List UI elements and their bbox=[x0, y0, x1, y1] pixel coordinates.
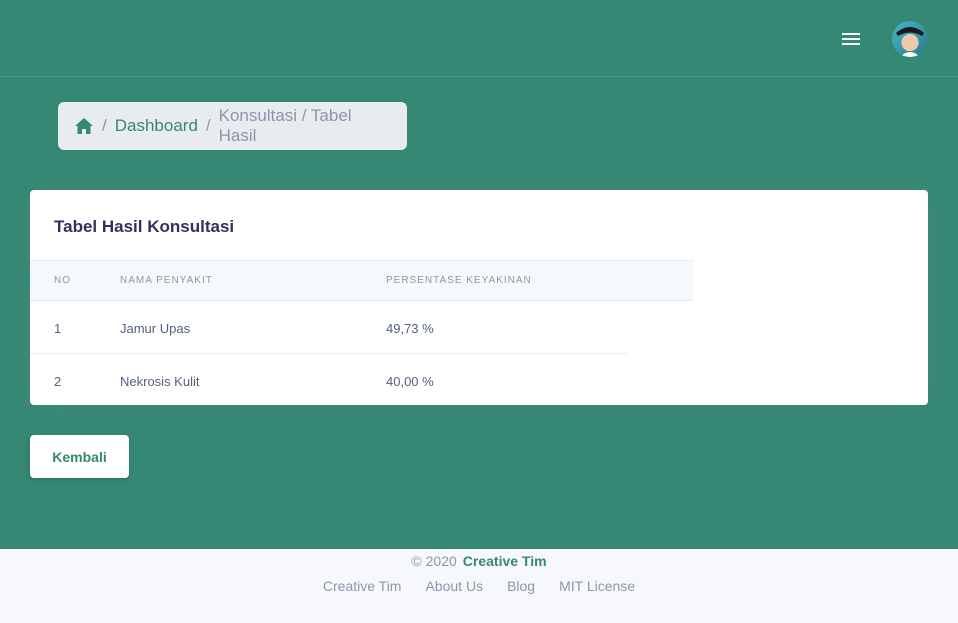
footer-link-creative-tim[interactable]: Creative Tim bbox=[323, 578, 402, 594]
footer-link-about-us[interactable]: About Us bbox=[425, 578, 483, 594]
breadcrumb-dashboard[interactable]: Dashboard bbox=[115, 116, 198, 136]
footer-brand-link[interactable]: Creative Tim bbox=[463, 553, 547, 569]
table-row: 2 Nekrosis Kulit 40,00 % bbox=[30, 354, 693, 405]
cell-no: 2 bbox=[54, 374, 62, 389]
back-button[interactable]: Kembali bbox=[30, 435, 129, 478]
avatar-image bbox=[896, 27, 924, 57]
top-navbar bbox=[0, 0, 958, 77]
column-header-persentase: PERSENTASE KEYAKINAN bbox=[386, 275, 532, 286]
copyright: © 2020 Creative Tim bbox=[0, 553, 958, 569]
table-header: NO NAMA PENYAKIT PERSENTASE KEYAKINAN bbox=[30, 260, 693, 301]
column-header-penyakit: NAMA PENYAKIT bbox=[120, 275, 213, 286]
copyright-text: © 2020 bbox=[411, 553, 457, 569]
avatar[interactable] bbox=[892, 21, 928, 57]
breadcrumb: / Dashboard / Konsultasi / Tabel Hasil bbox=[58, 102, 407, 150]
results-card: Tabel Hasil Konsultasi NO NAMA PENYAKIT … bbox=[30, 190, 928, 405]
breadcrumb-current: Konsultasi / Tabel Hasil bbox=[218, 106, 352, 145]
breadcrumb-separator: / bbox=[205, 116, 211, 135]
table-row: 1 Jamur Upas 49,73 % bbox=[30, 301, 693, 354]
cell-penyakit: Jamur Upas bbox=[120, 321, 191, 336]
cell-no: 1 bbox=[54, 321, 62, 336]
cell-persentase: 49,73 % bbox=[386, 321, 434, 336]
footer-link-blog[interactable]: Blog bbox=[507, 578, 535, 594]
footer: © 2020 Creative Tim Creative Tim About Us… bbox=[0, 549, 958, 623]
breadcrumb-separator: / bbox=[102, 116, 107, 135]
home-icon[interactable] bbox=[74, 117, 94, 135]
menu-icon[interactable] bbox=[838, 28, 864, 50]
header-background: / Dashboard / Konsultasi / Tabel Hasil T… bbox=[0, 0, 958, 549]
footer-link-mit-license[interactable]: MIT License bbox=[559, 578, 635, 594]
cell-persentase: 40,00 % bbox=[386, 374, 434, 389]
column-header-no: NO bbox=[54, 275, 71, 286]
footer-links: Creative Tim About Us Blog MIT License bbox=[0, 578, 958, 594]
cell-penyakit: Nekrosis Kulit bbox=[120, 374, 200, 389]
card-title: Tabel Hasil Konsultasi bbox=[54, 217, 235, 236]
